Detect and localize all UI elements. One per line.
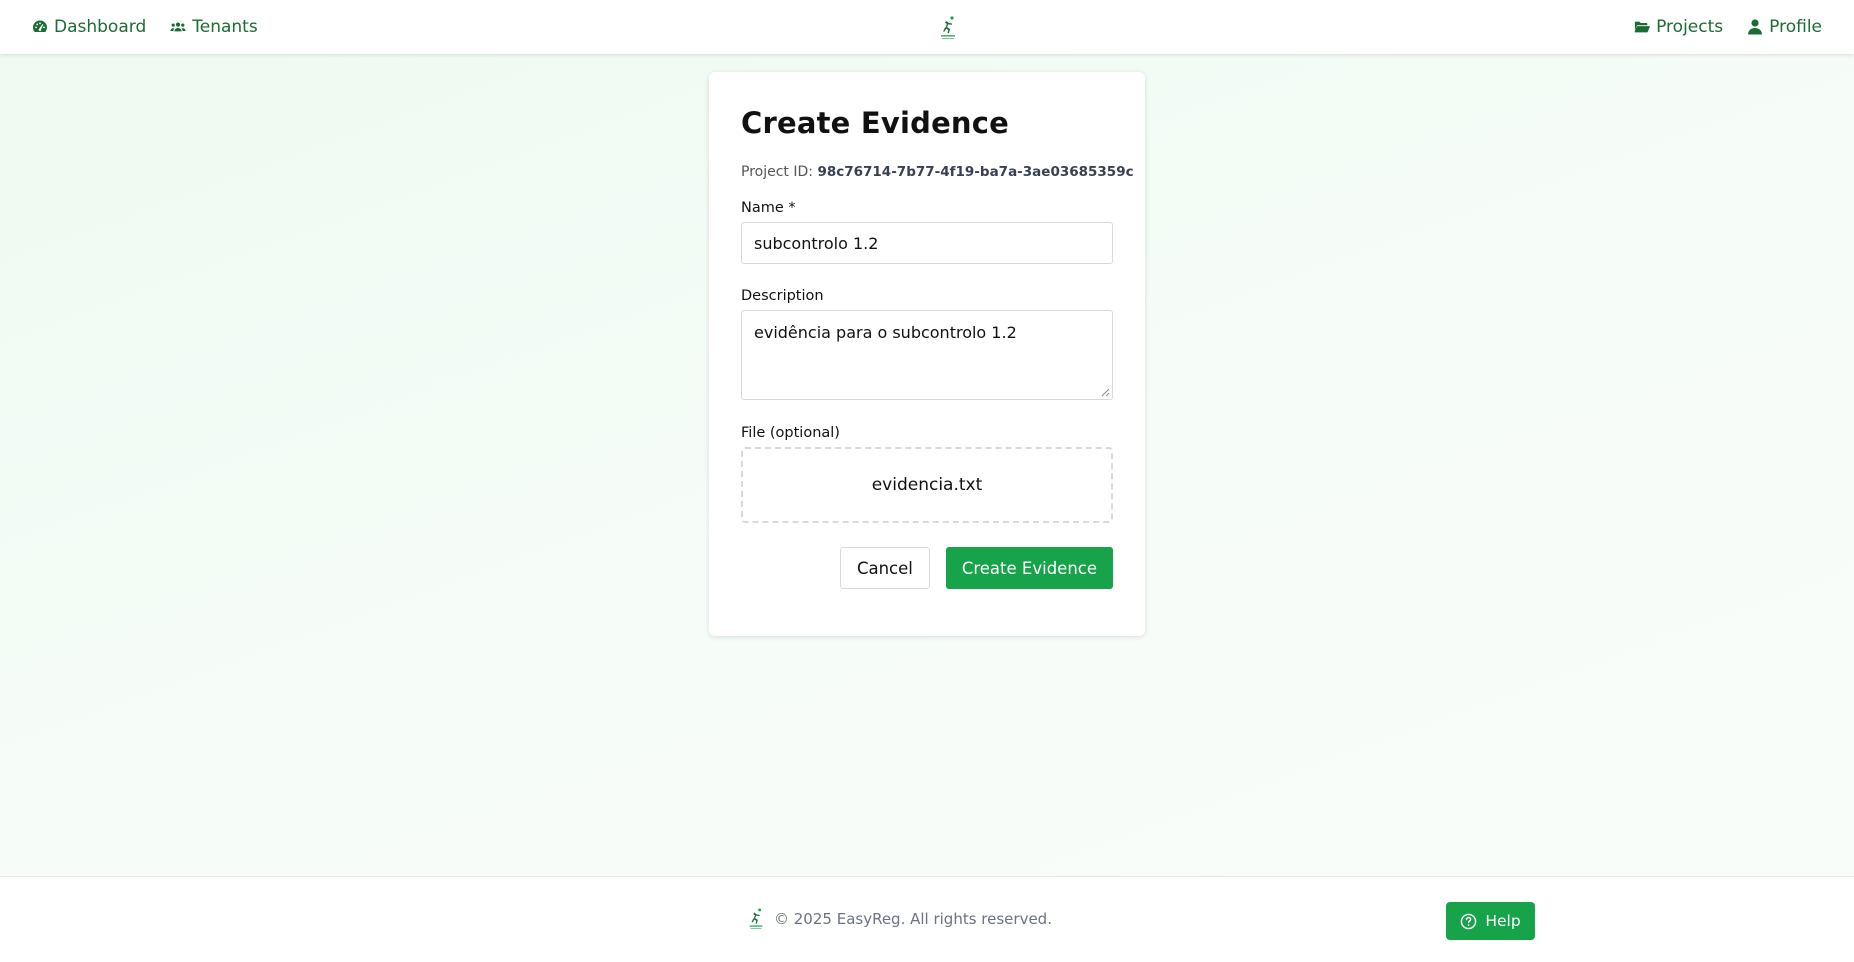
project-id-value: 98c76714-7b77-4f19-ba7a-3ae03685359c: [817, 164, 1134, 180]
file-field-group: File (optional) evidencia.txt: [741, 425, 1113, 523]
form-actions: Cancel Create Evidence: [741, 547, 1113, 589]
footer-brand: © 2025 EasyReg. All rights reserved.: [746, 907, 1052, 931]
name-label: Name *: [741, 200, 796, 216]
help-button-label: Help: [1485, 912, 1521, 930]
easyreg-footer-logo: [749, 908, 763, 929]
copyright-text: © 2025 EasyReg. All rights reserved.: [774, 910, 1052, 928]
users-group-icon: [170, 22, 186, 32]
description-field-group: Description evidência para o subcontrolo…: [741, 288, 1113, 400]
file-dropzone[interactable]: evidencia.txt: [741, 447, 1113, 523]
help-button[interactable]: Help: [1446, 902, 1535, 940]
nav-link-profile-label: Profile: [1769, 17, 1822, 37]
nav-link-tenants-label: Tenants: [192, 17, 258, 37]
create-evidence-card: Create Evidence Project ID: 98c76714-7b7…: [709, 72, 1145, 636]
nav-link-dashboard-label: Dashboard: [54, 17, 147, 37]
nav-link-tenants[interactable]: Tenants: [170, 17, 258, 37]
page-title: Create Evidence: [741, 106, 1010, 140]
nav-left-group: Dashboard Tenants: [32, 17, 258, 37]
resize-grip-icon[interactable]: [1100, 387, 1110, 397]
description-textarea[interactable]: evidência para o subcontrolo 1.2: [741, 310, 1113, 400]
project-id-line: Project ID: 98c76714-7b77-4f19-ba7a-3ae0…: [741, 164, 1134, 180]
name-field-group: Name * subcontrolo 1.2: [741, 200, 1113, 264]
nav-link-projects-label: Projects: [1656, 17, 1724, 37]
nav-link-projects[interactable]: Projects: [1634, 17, 1723, 37]
dashboard-gauge-icon: [33, 20, 47, 32]
selected-file-name: evidencia.txt: [871, 475, 983, 495]
page-footer: © 2025 EasyReg. All rights reserved. Hel…: [0, 876, 1854, 962]
description-textarea-value: evidência para o subcontrolo 1.2: [754, 323, 1017, 342]
name-input[interactable]: subcontrolo 1.2: [741, 222, 1113, 264]
file-label: File (optional): [741, 425, 840, 441]
nav-link-profile[interactable]: Profile: [1747, 17, 1822, 37]
project-id-label: Project ID:: [741, 164, 813, 180]
description-label: Description: [741, 288, 824, 304]
create-evidence-button[interactable]: Create Evidence: [945, 547, 1113, 589]
folder-open-icon: [1634, 21, 1650, 33]
help-question-icon: [1461, 913, 1477, 929]
user-icon: [1748, 19, 1763, 35]
easyreg-logo[interactable]: [937, 15, 959, 41]
cancel-button[interactable]: Cancel: [839, 547, 930, 589]
nav-right-group: Projects Profile: [1634, 17, 1822, 37]
name-input-value: subcontrolo 1.2: [754, 233, 879, 253]
nav-link-dashboard[interactable]: Dashboard: [32, 17, 146, 37]
top-navbar: Dashboard Tenants Projects Profile: [0, 0, 1854, 54]
